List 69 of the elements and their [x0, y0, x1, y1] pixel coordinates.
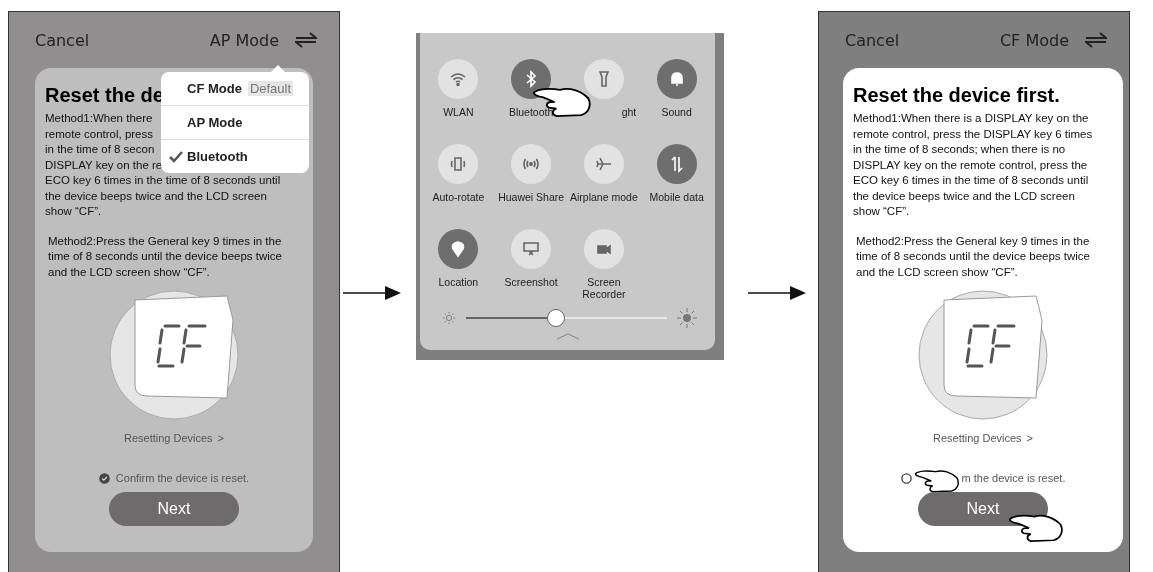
toggle-button[interactable] [438, 229, 479, 269]
brightness-slider[interactable] [466, 308, 667, 328]
next-button[interactable]: Next [109, 492, 239, 526]
toggle-button[interactable] [438, 59, 479, 99]
instruction-text: Method2:Press the General key 9 times in the [48, 233, 282, 249]
instruction-text: DISPLAY key on the remote control, press the [853, 157, 1088, 173]
toggle-label: Mobile data [649, 191, 704, 203]
instruction-text: show “CF”. [45, 204, 102, 219]
toggle-label: ght [621, 106, 637, 118]
instruction-text: in the time of 8 secon [45, 142, 155, 157]
instruction-text: time of 8 seconds until the device beeps twice [48, 249, 282, 264]
toggle-button[interactable] [583, 144, 624, 184]
toggle-label: Screenshot [504, 276, 558, 288]
instruction-text: Method1:When there [45, 111, 153, 126]
instruction-text: show “CF”. [853, 204, 910, 219]
toggle-button[interactable] [583, 59, 624, 99]
instruction-text: Method2:Press the General key 9 times in the [856, 233, 1090, 249]
toggle-button[interactable] [656, 59, 697, 99]
confirm-checkbox[interactable] [900, 472, 912, 484]
slider-thumb[interactable] [547, 309, 566, 327]
resetting-devices-link[interactable]: Resetting Devices > [123, 432, 225, 444]
pointing-hand-icon [1008, 512, 1064, 544]
confirm-label: m the device is reset. [961, 472, 1066, 484]
mode-title: AP Mode [209, 30, 279, 50]
instruction-text: and the LCD screen show “CF”. [856, 264, 1018, 280]
brightness-low-icon [442, 311, 456, 325]
toggle-label: WLAN [443, 106, 474, 118]
instruction-text: time of 8 seconds until the device beeps twice [856, 249, 1090, 264]
instruction-text: in the time of 8 seconds; when there is no [853, 142, 1066, 157]
toggle-label: Location [438, 276, 479, 288]
collapse-handle-icon[interactable] [555, 332, 580, 340]
mode-menu-item[interactable]: CF Mode Default [161, 72, 309, 106]
mode-title: CF Mode [999, 30, 1069, 50]
instruction-text: the device beeps twice and the LCD screen [45, 188, 267, 204]
toggle-button[interactable] [583, 229, 624, 269]
mode-menu-item[interactable]: Bluetooth [161, 140, 309, 173]
instruction-text: ECO key 6 times in the time of 8 seconds until [853, 173, 1089, 188]
toggle-button[interactable] [438, 144, 479, 184]
instruction-text: and the LCD screen show “CF”. [48, 264, 210, 280]
next-button[interactable]: Next [918, 492, 1048, 526]
resetting-devices-link[interactable]: Resetting Devices > [932, 432, 1034, 444]
instruction-text: the device beeps twice and the LCD screen [853, 188, 1075, 204]
confirm-checkbox[interactable] [98, 472, 110, 484]
toggle-label: Auto-rotate [432, 191, 485, 203]
switch-icon[interactable] [1085, 32, 1107, 48]
mode-menu-item[interactable]: AP Mode [161, 106, 309, 140]
check-icon [169, 150, 183, 163]
arrow-icon [748, 285, 806, 301]
instruction-text: remote control, press [45, 126, 153, 142]
toggle-button[interactable] [656, 144, 697, 184]
arrow-icon [343, 285, 401, 301]
toggle-label: Airplane mode [570, 191, 638, 203]
toggle-label: Sound [661, 106, 692, 118]
cancel-button[interactable]: Cancel [35, 30, 210, 50]
toggle-button[interactable] [511, 144, 552, 184]
brightness-high-icon [677, 308, 697, 328]
toggle-button[interactable] [511, 229, 552, 269]
cancel-button[interactable]: Cancel [845, 30, 1000, 50]
toggle-button[interactable] [511, 59, 552, 99]
instruction-text: remote control, press the DISPLAY key 6 times [853, 126, 1093, 142]
instruction-text: Method1:When there is a DISPLAY key on the [853, 111, 1089, 126]
switch-icon[interactable] [295, 32, 317, 48]
instruction-text: DISPLAY key on the re [45, 157, 163, 173]
toggle-label: Bluetooth [508, 106, 554, 118]
card-title: Reset the device first. [853, 84, 1060, 107]
confirm-label: Confirm the device is reset. [115, 472, 250, 484]
toggle-label: Screen Recorder [581, 276, 627, 300]
toggle-label: Huawei Share [498, 191, 565, 203]
instruction-text: ECO key 6 times in the time of 8 seconds until [45, 173, 281, 188]
